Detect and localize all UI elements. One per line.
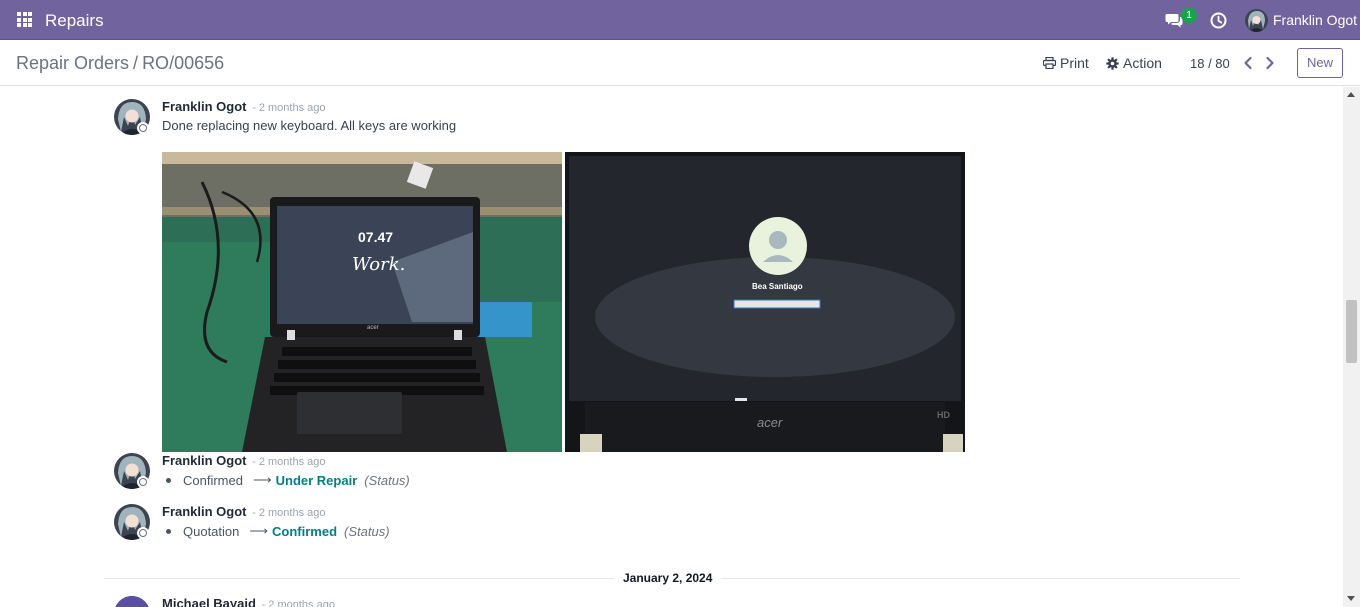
pager-next-icon[interactable]	[1263, 55, 1277, 71]
message-body: Done replacing new keyboard. All keys ar…	[162, 118, 457, 133]
new-value: Under Repair	[275, 472, 358, 488]
scroll-up-arrow-icon[interactable]	[1347, 92, 1355, 97]
activity-clock-icon[interactable]	[1210, 12, 1227, 29]
bullet	[166, 477, 171, 483]
old-value: Confirmed	[183, 472, 243, 488]
message-author[interactable]: Franklin Ogot - 2 months ago	[162, 504, 326, 519]
bezel-brand: acer	[367, 325, 379, 331]
old-value: Quotation	[183, 523, 240, 539]
arrow-right-icon: ⟶	[252, 472, 272, 487]
tracking-change: Confirmed ⟶ Under Repair (Status)	[162, 472, 410, 488]
presence-status-icon	[137, 122, 149, 134]
user-name[interactable]: Franklin Ogot	[1273, 12, 1357, 28]
action-label: Action	[1123, 55, 1162, 71]
scroll-down-arrow-icon[interactable]	[1347, 596, 1355, 601]
attachment-image-laptop-login[interactable]: Bea Santiago acer HD	[565, 152, 965, 452]
message-item: Michael Bayaid - 2 months ago	[114, 596, 714, 607]
message-time: - 2 months ago	[252, 507, 326, 519]
top-navbar: Repairs 1 Franklin Ogot	[0, 0, 1360, 40]
action-button[interactable]: Action	[1106, 55, 1162, 71]
vertical-scrollbar[interactable]	[1343, 87, 1360, 607]
lockscreen-time: 07.47	[358, 229, 393, 245]
user-avatar[interactable]	[1245, 9, 1268, 32]
author-avatar[interactable]	[114, 596, 150, 607]
presence-status-icon	[137, 476, 149, 488]
app-menu-icon[interactable]	[17, 12, 32, 27]
message-author[interactable]: Michael Bayaid - 2 months ago	[162, 596, 335, 607]
date-separator-label: January 2, 2024	[614, 571, 722, 585]
lockscreen-text: Work.	[352, 254, 405, 275]
messages-badge: 1	[1181, 8, 1197, 23]
app-name[interactable]: Repairs	[45, 11, 104, 31]
message-time: - 2 months ago	[252, 456, 326, 468]
attachment-image-laptop-lockscreen[interactable]: 07.47 Work. acer	[162, 152, 562, 452]
breadcrumb-separator: /	[133, 53, 139, 73]
chatter-thread: Franklin Ogot - 2 months ago Done replac…	[0, 87, 1343, 607]
gear-icon	[1106, 56, 1119, 70]
scrollbar-thumb[interactable]	[1346, 300, 1357, 363]
new-value: Confirmed	[272, 523, 338, 539]
field-name: (Status)	[364, 472, 410, 488]
message-author[interactable]: Franklin Ogot - 2 months ago	[162, 99, 326, 114]
bezel-brand: acer	[757, 415, 783, 430]
breadcrumb-repair-orders[interactable]: Repair Orders	[16, 53, 129, 73]
pager-value[interactable]: 18 / 80	[1190, 56, 1230, 71]
breadcrumb: Repair Orders / RO/00656	[16, 53, 224, 74]
print-icon	[1043, 57, 1056, 69]
control-panel: Repair Orders / RO/00656 Print Action 18 /…	[0, 40, 1360, 86]
print-label: Print	[1060, 55, 1089, 71]
field-name: (Status)	[344, 523, 390, 539]
message-author[interactable]: Franklin Ogot - 2 months ago	[162, 453, 326, 468]
presence-status-icon	[137, 527, 149, 539]
arrow-right-icon: ⟶	[249, 523, 269, 538]
login-user-name: Bea Santiago	[752, 282, 803, 291]
message-time: - 2 months ago	[252, 102, 326, 114]
bullet	[166, 528, 171, 534]
tracking-change: Quotation ⟶ Confirmed (Status)	[162, 523, 390, 539]
message-item: Franklin Ogot - 2 months ago Done replac…	[114, 99, 1014, 459]
message-item: Franklin Ogot - 2 months ago Confirmed ⟶…	[114, 453, 714, 493]
pager-previous-icon[interactable]	[1241, 55, 1255, 71]
new-button[interactable]: New	[1297, 48, 1343, 78]
svg-text:HD: HD	[937, 410, 950, 420]
breadcrumb-current: RO/00656	[142, 53, 225, 73]
message-time: - 2 months ago	[261, 599, 335, 607]
print-button[interactable]: Print	[1043, 55, 1089, 71]
message-item: Franklin Ogot - 2 months ago Quotation ⟶…	[114, 504, 714, 544]
